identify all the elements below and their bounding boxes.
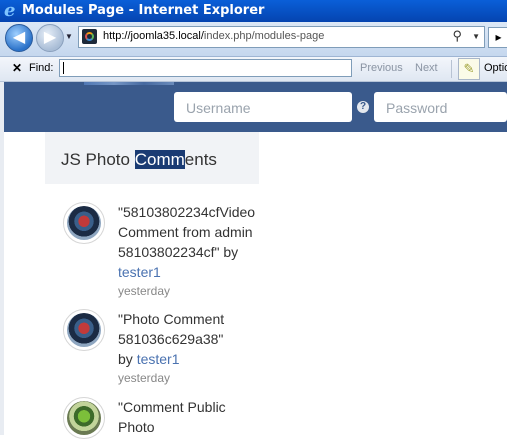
address-dropdown-icon[interactable]: ▼ [472, 32, 480, 41]
comment-time: yesterday [118, 371, 171, 385]
avatar[interactable] [63, 309, 105, 351]
js-photo-comments-module: JS Photo Comments "58103802234cfVideo Co… [45, 132, 259, 439]
avatar[interactable] [63, 397, 105, 439]
find-previous-button[interactable]: Previous [360, 62, 403, 74]
username-input[interactable]: Username [174, 92, 352, 122]
forward-button[interactable]: ▶ [36, 24, 64, 52]
avatar[interactable] [63, 202, 105, 244]
author-link[interactable]: tester1 [118, 264, 161, 280]
address-bar[interactable]: http://joomla35.local/index.php/modules-… [78, 26, 485, 48]
password-input[interactable]: Password [374, 92, 507, 122]
url-text: http://joomla35.local/index.php/modules-… [103, 30, 325, 42]
module-title: JS Photo Comments [61, 150, 217, 169]
history-dropdown-icon[interactable]: ▼ [65, 32, 73, 41]
help-icon[interactable]: ? [357, 101, 369, 113]
comment-text: "Comment Public Photo [118, 399, 226, 435]
window-title: Modules Page - Internet Explorer [22, 3, 265, 18]
author-link[interactable]: tester1 [137, 351, 180, 367]
text-caret [63, 62, 64, 74]
back-button[interactable]: ◀ [5, 24, 33, 52]
joomla-favicon-icon [82, 29, 97, 44]
page-left-border [0, 82, 4, 435]
find-highlight: Comm [134, 150, 185, 169]
comment-text: "58103802234cfVideo Comment from admin 5… [118, 204, 256, 280]
find-input[interactable] [59, 59, 352, 77]
web-page: Username ? Password JS Photo Comments "5… [0, 82, 507, 439]
find-bar: ✕ Find: Previous Next ✎ Optio [0, 57, 507, 82]
address-bar-row: ◀ ▶ ▼ http://joomla35.local/index.php/mo… [0, 22, 507, 57]
ie-logo-icon: e [4, 0, 16, 21]
find-label: Find: [29, 62, 54, 74]
comment-time: yesterday [118, 284, 171, 298]
comment-text: "Photo Comment 581036c629a38" by tester1 [118, 311, 225, 367]
find-next-button[interactable]: Next [415, 62, 438, 74]
module-header: JS Photo Comments [45, 132, 259, 184]
highlight-pen-icon[interactable]: ✎ [458, 58, 480, 80]
navbar-decoration [84, 82, 174, 85]
find-divider [451, 60, 452, 78]
compatibility-view-icon[interactable]: ▸ [488, 27, 507, 48]
close-find-icon[interactable]: ✕ [12, 61, 22, 75]
window-title-bar: e Modules Page - Internet Explorer [0, 0, 507, 22]
search-icon[interactable]: ⚲ [452, 28, 462, 44]
find-options-button[interactable]: Optio [484, 62, 507, 74]
